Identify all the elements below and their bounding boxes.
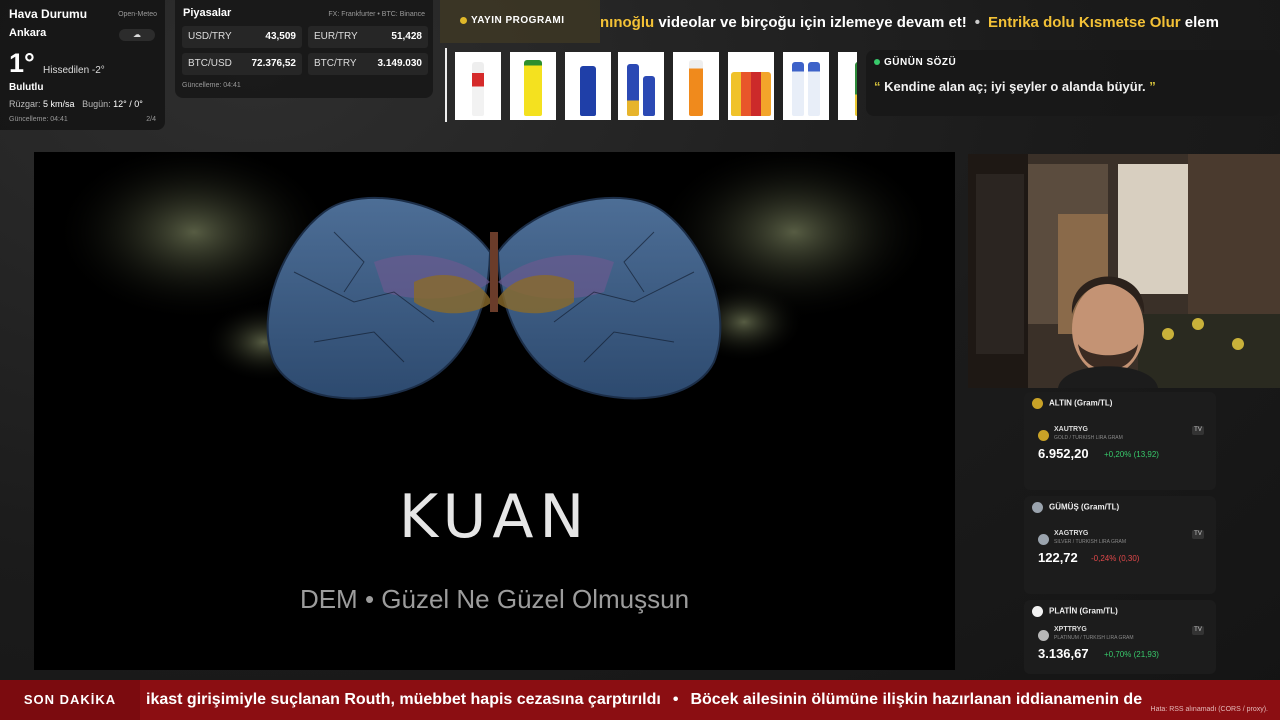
product-strip <box>445 48 857 122</box>
market-value: 72.376,52 <box>251 58 297 69</box>
market-label: USD/TRY <box>188 31 232 42</box>
webcam-image <box>968 154 1280 388</box>
metal-card-gold: ALTIN (Gram/TL) XAUTRYG GOLD / TURKISH L… <box>1024 392 1216 490</box>
top-ticker: nınoğlu videolar ve birçoğu için izlemey… <box>600 10 1280 36</box>
top-ticker-separator: • <box>974 14 981 31</box>
weather-temperature: 1° <box>9 48 35 78</box>
schedule-dot-icon <box>460 16 467 24</box>
metal-symbol: XAGTRYG <box>1054 530 1089 537</box>
markets-source: FX: Frankfurter • BTC: Binance <box>328 11 425 18</box>
top-ticker-highlight: nınoğlu <box>600 14 655 31</box>
medal-icon <box>1032 606 1043 617</box>
tradingview-icon[interactable]: TV <box>1192 530 1204 539</box>
metals-widget: ALTIN (Gram/TL) XAUTRYG GOLD / TURKISH L… <box>1024 392 1224 674</box>
breaking-news-text: ikast girişimiyle suçlanan Routh, müebbe… <box>146 680 1280 720</box>
product-blue-bottles <box>618 52 664 120</box>
schedule-label: YAYIN PROGRAMI <box>471 15 565 26</box>
metal-header: GÜMÜŞ (Gram/TL) <box>1032 502 1208 513</box>
quote-text: Kendine alan aç; iyi şeyler o alanda büy… <box>884 79 1146 94</box>
metal-header: PLATİN (Gram/TL) <box>1032 606 1208 617</box>
news-item: Böcek ailesinin ölümüne ilişkin hazırlan… <box>690 691 1143 708</box>
markets-widget: Piyasalar FX: Frankfurter • BTC: Binance… <box>175 0 433 98</box>
metal-price: 6.952,20 <box>1038 446 1089 461</box>
metal-symbol: XAUTRYG <box>1054 426 1088 433</box>
metal-description: GOLD / TURKISH LIRA GRAM <box>1054 435 1123 441</box>
metal-symbol: XPTTRYG <box>1054 626 1087 633</box>
product-green-bottle <box>838 52 857 120</box>
weather-feels-like: Hissedilen -2° <box>43 65 105 76</box>
gold-coin-icon <box>1038 430 1049 441</box>
top-ticker-text: videolar ve birçoğu için izlemeye devam … <box>654 14 967 31</box>
silver-coin-icon <box>1038 534 1049 545</box>
schedule-button[interactable]: YAYIN PROGRAMI <box>440 0 600 43</box>
quote-title: GÜNÜN SÖZÜ <box>884 57 957 68</box>
cloud-icon: ☁ <box>119 29 155 41</box>
market-label: BTC/USD <box>188 58 232 69</box>
market-btc-usd: BTC/USD 72.376,52 <box>182 53 302 75</box>
tradingview-icon[interactable]: TV <box>1192 626 1204 635</box>
weather-page-indicator: 2/4 <box>146 116 156 123</box>
product-multipack <box>728 52 774 120</box>
metal-card-platinum: PLATİN (Gram/TL) XPTTRYG PLATINUM / TURK… <box>1024 600 1216 674</box>
product-blue-can <box>565 52 611 120</box>
wind-value: 5 km/sa <box>43 99 75 109</box>
quote-open-mark: “ <box>874 79 881 94</box>
medal-icon <box>1032 502 1043 513</box>
metal-change: +0,20% (13,92) <box>1104 450 1159 459</box>
video-player[interactable]: KUAN DEM • Güzel Ne Güzel Olmuşsun <box>34 152 955 670</box>
market-usd-try: USD/TRY 43,509 <box>182 26 302 48</box>
markets-updated: Güncelleme: 04:41 <box>182 82 241 89</box>
market-label: EUR/TRY <box>314 31 358 42</box>
weather-widget: Hava Durumu Open-Meteo Ankara ☁ 1° Hisse… <box>0 0 165 130</box>
product-orange-soda <box>673 52 719 120</box>
market-value: 43,509 <box>265 31 296 42</box>
top-ticker-text-2: elem <box>1180 14 1219 31</box>
schedule-label-wrap: YAYIN PROGRAMI <box>460 15 565 26</box>
market-value: 51,428 <box>391 31 422 42</box>
metal-description: SILVER / TURKISH LIRA GRAM <box>1054 539 1127 545</box>
metal-card-silver: GÜMÜŞ (Gram/TL) XAGTRYG SILVER / TURKISH… <box>1024 496 1216 594</box>
metal-price: 3.136,67 <box>1038 646 1089 661</box>
weather-wind: Rüzgar: 5 km/sa Bugün: 12° / 0° <box>9 99 143 109</box>
metal-header-label: GÜMÜŞ (Gram/TL) <box>1049 502 1120 512</box>
market-eur-try: EUR/TRY 51,428 <box>308 26 428 48</box>
weather-source: Open-Meteo <box>118 11 157 18</box>
today-value: 12° / 0° <box>113 99 143 109</box>
video-song-caption: DEM • Güzel Ne Güzel Olmuşsun <box>299 584 690 614</box>
weather-updated: Güncelleme: 04:41 <box>9 116 68 123</box>
breaking-news-ticker: SON DAKİKA ikast girişimiyle suçlanan Ro… <box>0 680 1280 720</box>
quote-line: “ Kendine alan aç; iyi şeyler o alanda b… <box>874 79 1272 94</box>
breaking-news-label: SON DAKİKA <box>0 680 140 720</box>
quote-title-wrap: GÜNÜN SÖZÜ <box>874 57 1272 68</box>
product-lemon-soda-bottle <box>510 52 556 120</box>
medal-icon <box>1032 398 1043 409</box>
news-item: ikast girişimiyle suçlanan Routh, müebbe… <box>146 691 661 708</box>
metal-price: 122,72 <box>1038 550 1078 565</box>
tradingview-icon[interactable]: TV <box>1192 426 1204 435</box>
metal-change: -0,24% (0,30) <box>1091 554 1140 563</box>
today-label: Bugün: <box>82 99 111 109</box>
market-label: BTC/TRY <box>314 58 357 69</box>
metal-header-label: ALTIN (Gram/TL) <box>1049 398 1113 408</box>
album-art-cracked-wings <box>54 152 934 400</box>
weather-condition: Bulutlu <box>9 82 44 93</box>
quote-close-mark: ” <box>1149 79 1156 94</box>
video-title: KUAN <box>398 482 591 552</box>
rss-error-note: Hata: RSS alınamadı (CORS / proxy). <box>1150 706 1268 713</box>
platinum-coin-icon <box>1038 630 1049 641</box>
metal-header-label: PLATİN (Gram/TL) <box>1049 606 1118 616</box>
metal-description: PLATINUM / TURKISH LIRA GRAM <box>1054 635 1134 641</box>
live-dot-icon <box>874 59 880 66</box>
quote-of-the-day: GÜNÜN SÖZÜ “ Kendine alan aç; iyi şeyler… <box>866 50 1280 116</box>
market-value: 3.149.030 <box>377 58 423 69</box>
market-btc-try: BTC/TRY 3.149.030 <box>308 53 428 75</box>
news-separator: • <box>672 691 679 708</box>
webcam-feed <box>968 154 1280 388</box>
top-ticker-highlight-2: Entrika dolu Kısmetse Olur <box>988 14 1181 31</box>
metal-change: +0,70% (21,93) <box>1104 650 1159 659</box>
metal-header: ALTIN (Gram/TL) <box>1032 398 1208 409</box>
wind-label: Rüzgar: <box>9 99 41 109</box>
product-water-bottles <box>783 52 829 120</box>
product-water-red-bottle <box>455 52 501 120</box>
